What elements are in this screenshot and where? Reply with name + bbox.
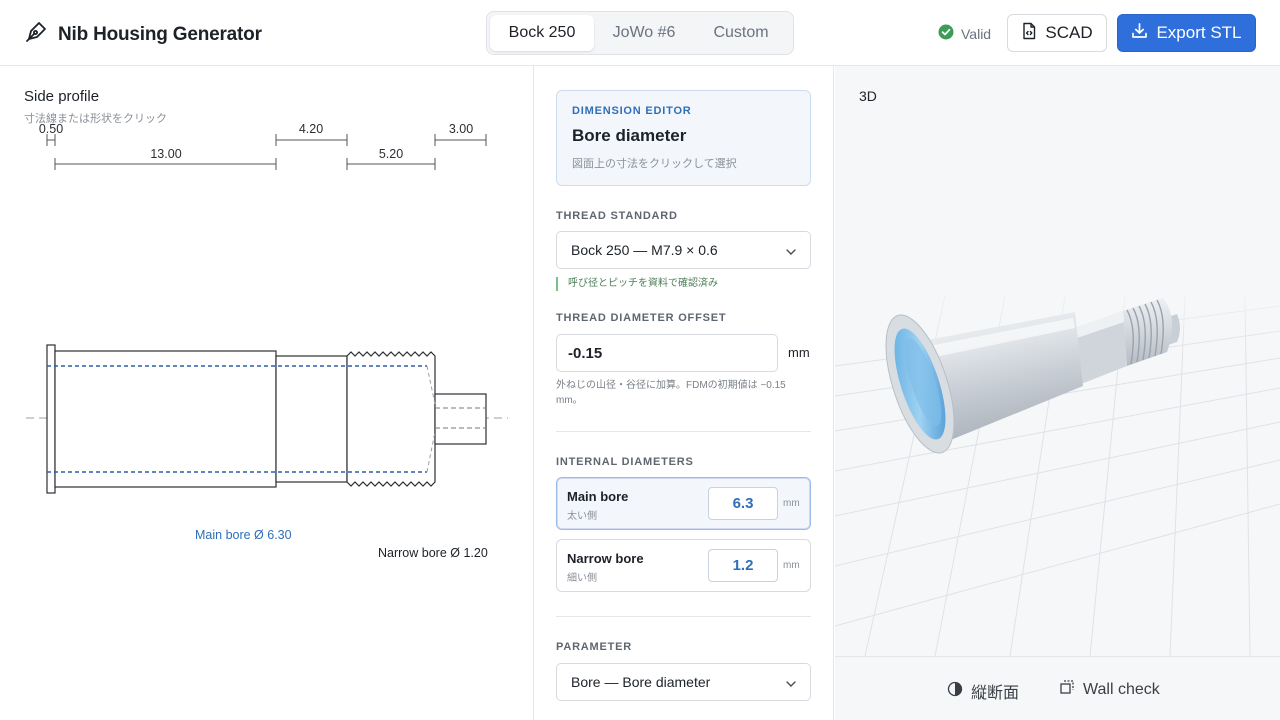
app-header: Nib Housing Generator Bock 250 JoWo #6 C… [0, 0, 1280, 66]
mid-section-shape[interactable] [275, 355, 348, 483]
main-bore-input[interactable]: 6.3 [708, 487, 778, 520]
dimension-label-flange: 0.50 [39, 122, 63, 136]
main-bore-row[interactable]: Main bore 太い側 6.3 mm [556, 477, 811, 530]
check-circle-icon [938, 24, 954, 43]
bore-name: Narrow bore [567, 551, 644, 566]
editor-hint: 図面上の寸法をクリックして選択 [572, 158, 737, 170]
chevron-down-icon [786, 674, 796, 690]
download-icon [1131, 22, 1148, 44]
status-label: Valid [961, 25, 992, 42]
divider [556, 431, 811, 432]
bore-unit: mm [783, 560, 800, 571]
thread-standard-value: Bock 250 — M7.9 × 0.6 [571, 242, 718, 258]
app-title: Nib Housing Generator [58, 23, 262, 45]
thread-section-shape[interactable] [346, 351, 436, 487]
editor-kicker: DIMENSION EDITOR [572, 105, 692, 117]
tab-bock-250[interactable]: Bock 250 [490, 15, 594, 51]
dimension-tip-length[interactable]: 3.00 [434, 122, 487, 146]
dimension-label-tip: 3.00 [449, 122, 473, 136]
section-view-label: 縦断面 [971, 685, 1020, 702]
parameter-label: PARAMETER [556, 641, 633, 653]
bore-unit: mm [783, 498, 800, 509]
validation-status: Valid [938, 24, 991, 43]
internal-diameters-label: INTERNAL DIAMETERS [556, 456, 694, 468]
dimension-label-mid: 4.20 [299, 122, 323, 136]
dimension-label-main: 13.00 [150, 147, 181, 161]
offset-help: 外ねじの山径・谷径に加算。FDMの初期値は −0.15 mm。 [556, 380, 786, 406]
preset-tabs: Bock 250 JoWo #6 Custom [486, 11, 794, 55]
scad-label: SCAD [1045, 23, 1093, 42]
thread-standard-select[interactable]: Bock 250 — M7.9 × 0.6 [556, 231, 811, 269]
tab-custom[interactable]: Custom [694, 15, 788, 51]
chevron-down-icon [786, 242, 796, 258]
wall-check-icon [1059, 679, 1075, 700]
dimension-flange[interactable]: 0.50 [39, 122, 63, 146]
dimension-main-length[interactable]: 13.00 [54, 147, 277, 170]
half-circle-icon [947, 681, 963, 702]
viewer-toolbar: 縦断面 Wall check [835, 656, 1280, 720]
tab-jowo-6[interactable]: JoWo #6 [594, 15, 694, 51]
profile-drawing: 0.50 13.00 4.20 5.20 3.00 [26, 122, 508, 494]
main-bore-caption[interactable]: Main bore Ø 6.30 [195, 528, 292, 542]
viewer-title: 3D [859, 88, 877, 104]
3d-viewport[interactable] [835, 66, 1280, 656]
tip-shape[interactable] [434, 393, 487, 445]
parameter-value: Bore — Bore diameter [571, 674, 711, 690]
wall-check-label: Wall check [1083, 680, 1160, 698]
editor-title: Bore diameter [572, 126, 687, 145]
bore-sub: 太い側 [567, 511, 597, 522]
offset-unit: mm [788, 345, 810, 360]
parameter-select[interactable]: Bore — Bore diameter [556, 663, 811, 701]
brand: Nib Housing Generator [24, 20, 262, 49]
dimension-label-thread: 5.20 [379, 147, 403, 161]
side-profile-panel: Side profile 寸法線または形状をクリック 0.50 13.00 4.… [0, 66, 534, 720]
wall-check-button[interactable]: Wall check [1059, 679, 1160, 700]
offset-label: THREAD DIAMETER OFFSET [556, 312, 727, 324]
export-stl-button[interactable]: Export STL [1117, 14, 1256, 52]
bore-sub: 細い側 [567, 573, 597, 584]
dimension-mid-length[interactable]: 4.20 [275, 122, 348, 146]
bore-name: Main bore [567, 489, 629, 504]
flange-shape[interactable] [46, 344, 56, 494]
narrow-bore-row[interactable]: Narrow bore 細い側 1.2 mm [556, 539, 811, 592]
editor-card: DIMENSION EDITOR Bore diameter 図面上の寸法をクリ… [556, 90, 811, 186]
narrow-bore-caption[interactable]: Narrow bore Ø 1.20 [378, 546, 488, 560]
dimension-editor-panel: DIMENSION EDITOR Bore diameter 図面上の寸法をクリ… [535, 66, 834, 720]
thread-verify-note: 呼び径とピッチを資料で確認済み [556, 277, 718, 291]
export-label: Export STL [1156, 23, 1242, 42]
section-view-button[interactable]: 縦断面 [947, 679, 1019, 703]
pen-nib-icon [24, 20, 48, 49]
scad-button[interactable]: SCAD [1007, 14, 1107, 52]
3d-viewer-panel: 3D 縦断面 Wall check [835, 66, 1280, 720]
code-file-icon [1021, 22, 1037, 45]
main-body-shape[interactable] [54, 350, 277, 488]
offset-input[interactable]: -0.15 [556, 334, 778, 372]
narrow-bore-input[interactable]: 1.2 [708, 549, 778, 582]
divider [556, 616, 811, 617]
thread-standard-label: THREAD STANDARD [556, 210, 678, 222]
dimension-thread-length[interactable]: 5.20 [346, 147, 436, 170]
